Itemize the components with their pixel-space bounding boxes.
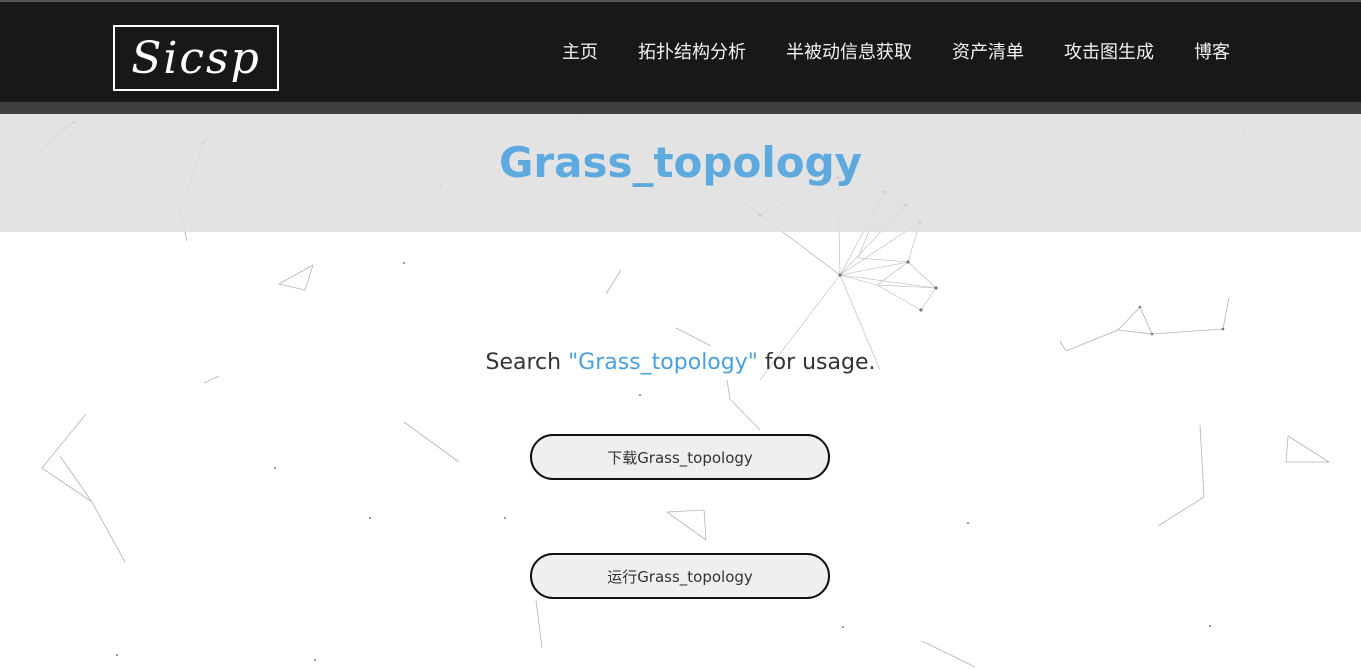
page-title: Grass_topology [498,138,863,187]
page: Sicsp 主页 拓扑结构分析 半被动信息获取 资产清单 攻击图生成 博客 Gr… [0,0,1361,669]
header-divider [0,102,1361,114]
nav-item-asset-inventory[interactable]: 资产清单 [952,38,1024,68]
nav-item-home[interactable]: 主页 [562,38,598,68]
run-tool-button[interactable]: 运行Grass_topology [530,553,830,599]
nav-item-blog[interactable]: 博客 [1194,38,1230,68]
site-logo[interactable]: Sicsp [113,25,279,91]
download-tool-button[interactable]: 下载Grass_topology [530,434,830,480]
usage-hint-prefix: Search [485,350,569,375]
usage-hint-keyword: "Grass_topology" [568,350,758,375]
usage-hint-suffix: for usage. [757,350,876,375]
main-nav: 主页 拓扑结构分析 半被动信息获取 资产清单 攻击图生成 博客 [562,38,1230,68]
top-navigation-bar: Sicsp 主页 拓扑结构分析 半被动信息获取 资产清单 攻击图生成 博客 [0,0,1361,102]
nav-item-semi-passive-info[interactable]: 半被动信息获取 [786,38,912,68]
nav-item-attack-graph[interactable]: 攻击图生成 [1064,38,1154,68]
usage-hint: Search "Grass_topology" for usage. [0,346,1361,380]
nav-item-topology-analysis[interactable]: 拓扑结构分析 [638,38,746,68]
